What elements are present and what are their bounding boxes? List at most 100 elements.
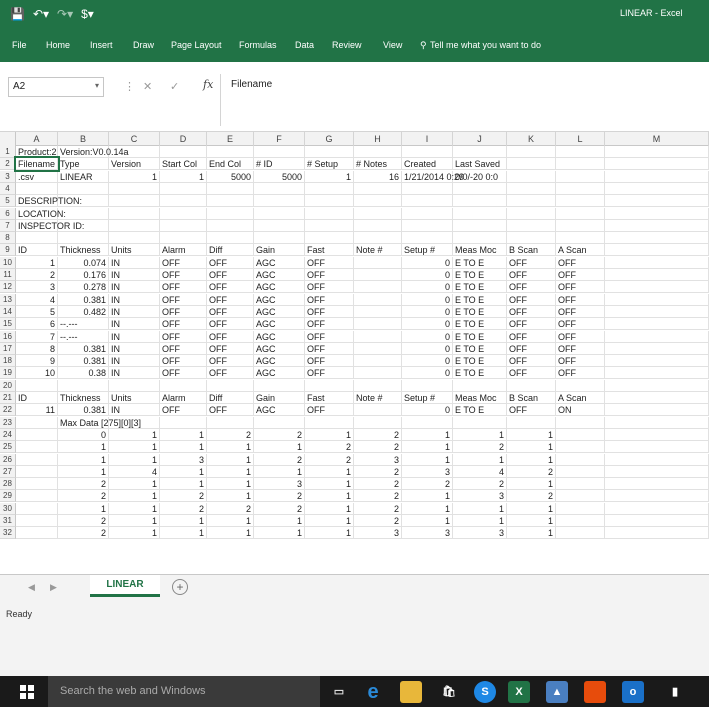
cell[interactable]: 1 — [402, 453, 453, 466]
cell[interactable] — [605, 256, 709, 269]
tab-draw[interactable]: Draw — [133, 40, 154, 50]
cell[interactable]: OFF — [507, 355, 556, 368]
enter-icon[interactable]: ✓ — [170, 80, 179, 93]
cell[interactable]: OFF — [556, 330, 605, 343]
column-header-l[interactable]: L — [556, 132, 605, 146]
cell[interactable]: OFF — [160, 318, 207, 331]
row-header[interactable]: 5 — [0, 195, 16, 208]
cell[interactable] — [305, 207, 354, 220]
cell[interactable]: 0.278 — [58, 281, 109, 294]
cell[interactable]: OFF — [305, 256, 354, 269]
column-header-e[interactable]: E — [207, 132, 254, 146]
cell[interactable]: DESCRIPTION: — [16, 195, 82, 208]
cell[interactable]: E TO E — [453, 367, 507, 380]
cell[interactable] — [402, 207, 453, 220]
task-view-icon[interactable]: ▭ — [328, 681, 350, 703]
cell[interactable]: 1 — [402, 490, 453, 503]
cell[interactable]: OFF — [160, 367, 207, 380]
cell[interactable]: 1 — [254, 515, 305, 527]
cell[interactable]: Units — [109, 244, 160, 257]
cell[interactable]: OFF — [507, 281, 556, 294]
cell[interactable]: 1 — [305, 527, 354, 540]
row-header[interactable]: 24 — [0, 428, 16, 441]
cell[interactable]: 2 — [354, 441, 402, 454]
cell[interactable] — [58, 379, 109, 392]
cell[interactable] — [354, 379, 402, 392]
cell[interactable]: Meas Moc — [453, 392, 507, 404]
select-all-corner[interactable] — [0, 132, 16, 146]
cell[interactable]: IN — [109, 256, 160, 269]
cell[interactable]: Fast — [305, 392, 354, 404]
cell[interactable]: E TO E — [453, 404, 507, 417]
cell[interactable]: 1 — [160, 465, 207, 478]
row-header[interactable]: 16 — [0, 330, 16, 343]
cell[interactable]: AGC — [254, 305, 305, 318]
cell[interactable]: OFF — [207, 342, 254, 355]
cell[interactable]: 3 — [254, 478, 305, 491]
cancel-icon[interactable]: ✕ — [143, 80, 152, 93]
cell[interactable]: 1 — [402, 515, 453, 527]
column-header-h[interactable]: H — [354, 132, 402, 146]
cell[interactable] — [605, 330, 709, 343]
cell[interactable]: 1 — [207, 478, 254, 491]
cell[interactable]: OFF — [305, 281, 354, 294]
row-header[interactable]: 4 — [0, 182, 16, 195]
cell[interactable] — [605, 232, 709, 245]
row-header[interactable]: 28 — [0, 478, 16, 491]
cell[interactable]: Meas Moc — [453, 244, 507, 257]
cell[interactable]: 2 — [354, 478, 402, 491]
cell[interactable] — [556, 182, 605, 195]
cell[interactable] — [160, 379, 207, 392]
cell[interactable]: Version:V0.0.14a — [58, 146, 129, 158]
cell[interactable]: End Col — [207, 158, 254, 171]
cell[interactable]: 3 — [160, 453, 207, 466]
cell[interactable]: OFF — [556, 281, 605, 294]
cell[interactable] — [402, 146, 453, 158]
cell[interactable] — [402, 182, 453, 195]
cell[interactable]: 1 — [507, 527, 556, 540]
cell[interactable]: 3 — [402, 527, 453, 540]
cell[interactable] — [16, 502, 58, 515]
cell[interactable]: Alarm — [160, 244, 207, 257]
cell[interactable] — [453, 207, 507, 220]
cell[interactable]: Diff — [207, 244, 254, 257]
cell[interactable]: 1 — [207, 490, 254, 503]
cell[interactable] — [453, 232, 507, 245]
cell[interactable] — [109, 195, 160, 208]
row-header[interactable]: 11 — [0, 269, 16, 281]
cell[interactable] — [402, 379, 453, 392]
column-header-g[interactable]: G — [305, 132, 354, 146]
cell[interactable]: 1 — [305, 428, 354, 441]
cell[interactable]: 1 — [453, 428, 507, 441]
cell[interactable]: OFF — [556, 293, 605, 306]
cell[interactable]: 8 — [16, 342, 58, 355]
cell[interactable]: OFF — [556, 367, 605, 380]
cell[interactable]: 1 — [109, 170, 160, 183]
cell[interactable]: 1 — [58, 465, 109, 478]
cell[interactable] — [109, 207, 160, 220]
cell[interactable] — [402, 219, 453, 232]
cell[interactable] — [605, 490, 709, 503]
cell[interactable] — [605, 182, 709, 195]
cell[interactable]: 0 — [402, 305, 453, 318]
cell[interactable] — [556, 207, 605, 220]
cell[interactable]: IN — [109, 330, 160, 343]
skype-icon[interactable]: S — [474, 681, 496, 703]
cell[interactable] — [254, 207, 305, 220]
cell[interactable]: 1 — [16, 256, 58, 269]
cell[interactable]: --.--- — [58, 330, 109, 343]
cell[interactable] — [109, 416, 160, 429]
excel-icon[interactable]: X — [508, 681, 530, 703]
cell[interactable]: OFF — [556, 256, 605, 269]
row-header[interactable]: 20 — [0, 379, 16, 392]
cell[interactable]: E TO E — [453, 318, 507, 331]
cell[interactable]: E TO E — [453, 355, 507, 368]
cell[interactable]: IN — [109, 305, 160, 318]
cell[interactable]: Note # — [354, 392, 402, 404]
cell[interactable] — [160, 232, 207, 245]
cell[interactable] — [207, 232, 254, 245]
cell[interactable] — [58, 232, 109, 245]
cell[interactable]: 4 — [109, 465, 160, 478]
cell[interactable]: 1 — [402, 428, 453, 441]
cell[interactable]: 0.381 — [58, 293, 109, 306]
